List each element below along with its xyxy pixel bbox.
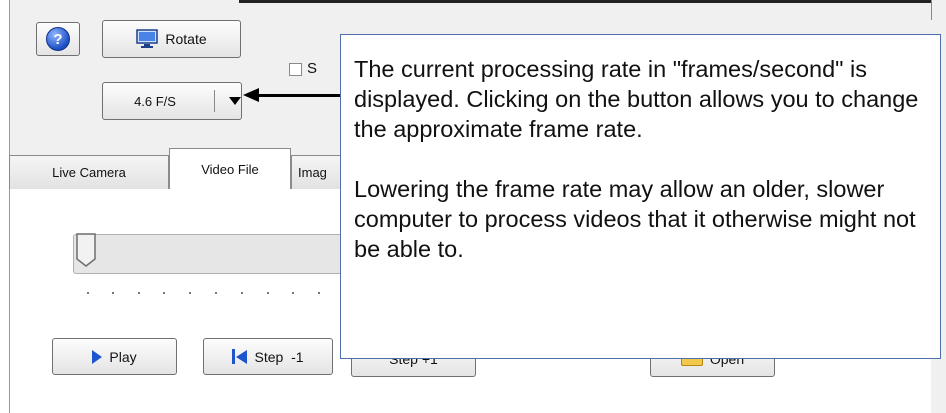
monitor-icon xyxy=(136,29,159,48)
slider-thumb[interactable] xyxy=(75,232,97,268)
step-back-icon xyxy=(232,349,248,364)
step-back-button[interactable]: Step -1 xyxy=(203,338,333,375)
frame-rate-button[interactable]: 4.6 F/S xyxy=(102,82,242,120)
help-callout: The current processing rate in "frames/s… xyxy=(340,34,941,359)
rotate-button-label: Rotate xyxy=(165,31,207,47)
play-button-label: Play xyxy=(109,348,137,365)
play-icon xyxy=(92,349,103,364)
slider-tick xyxy=(163,292,165,294)
callout-paragraph-2: Lowering the frame rate may allow an old… xyxy=(354,176,916,262)
help-button[interactable]: ? xyxy=(36,22,80,56)
slider-tick xyxy=(138,292,140,294)
slider-tick xyxy=(292,292,294,294)
slider-tick xyxy=(318,292,320,294)
dropdown-arrow-icon[interactable] xyxy=(229,97,241,105)
window-right-border xyxy=(931,0,932,20)
video-position-slider[interactable] xyxy=(73,234,340,274)
help-icon: ? xyxy=(46,27,70,51)
slider-tick xyxy=(189,292,191,294)
frame-rate-label: 4.6 F/S xyxy=(134,93,176,109)
option-checkbox-label: S xyxy=(307,60,318,77)
play-button[interactable]: Play xyxy=(52,338,177,375)
slider-tick xyxy=(112,292,114,294)
dropdown-separator xyxy=(214,90,215,112)
step-back-label: Step -1 xyxy=(254,348,304,365)
callout-paragraph-1: The current processing rate in "frames/s… xyxy=(354,56,919,142)
slider-tick xyxy=(241,292,243,294)
tab-live-camera[interactable]: Live Camera xyxy=(9,155,169,189)
window-top-border xyxy=(239,0,932,3)
slider-tick xyxy=(87,292,89,294)
tab-video-file[interactable]: Video File xyxy=(169,148,291,190)
callout-pointer-line xyxy=(258,94,340,97)
rotate-button[interactable]: Rotate xyxy=(102,20,241,58)
tab-image[interactable]: Imag xyxy=(291,155,346,189)
callout-arrow-icon xyxy=(243,88,259,102)
slider-tick xyxy=(215,292,217,294)
option-checkbox[interactable] xyxy=(289,63,302,76)
slider-tick xyxy=(267,292,269,294)
